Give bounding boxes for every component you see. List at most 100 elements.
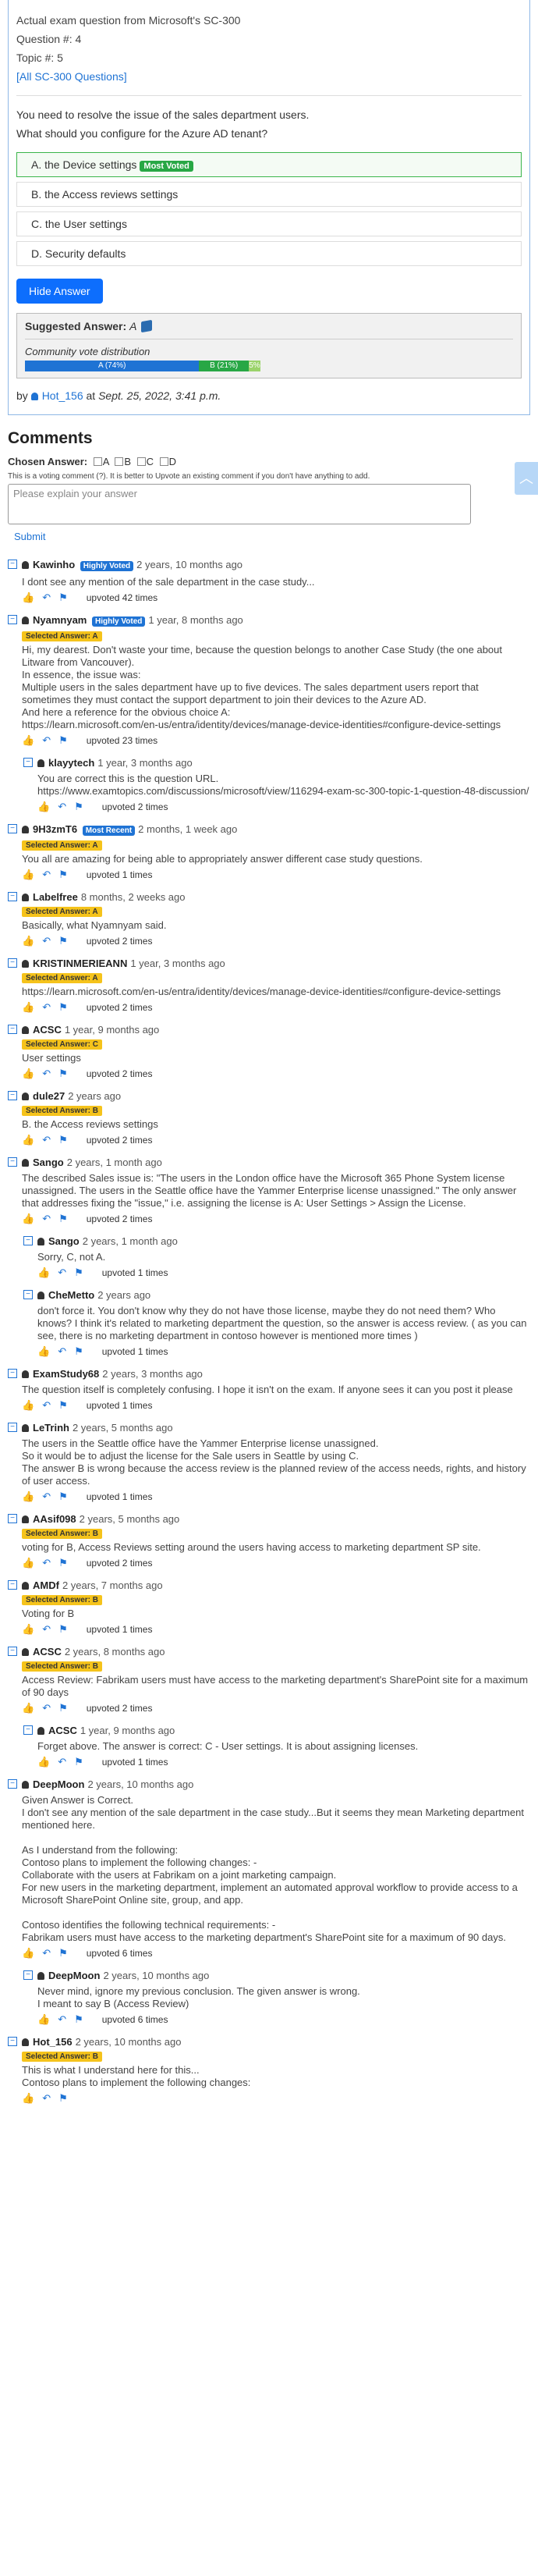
thumbs-up-icon[interactable]: 👍	[22, 1213, 34, 1225]
flag-icon[interactable]: ⚑	[58, 935, 68, 947]
collapse-icon[interactable]: −	[23, 1725, 33, 1735]
comment-textarea[interactable]: Please explain your answer	[8, 484, 471, 524]
reply-icon[interactable]: ↶	[42, 1623, 51, 1636]
reply-icon[interactable]: ↶	[58, 1345, 66, 1358]
collapse-icon[interactable]: −	[8, 824, 17, 833]
hide-answer-button[interactable]: Hide Answer	[16, 279, 103, 304]
reply-icon[interactable]: ↶	[42, 1702, 51, 1714]
thumbs-up-icon[interactable]: 👍	[22, 1001, 34, 1014]
collapse-icon[interactable]: −	[8, 1025, 17, 1034]
collapse-icon[interactable]: −	[23, 1236, 33, 1245]
collapse-icon[interactable]: −	[8, 560, 17, 569]
comment-user[interactable]: ACSC	[33, 1024, 62, 1036]
collapse-icon[interactable]: −	[8, 958, 17, 968]
reply-icon[interactable]: ↶	[42, 592, 51, 604]
reply-icon[interactable]: ↶	[42, 869, 51, 881]
flag-icon[interactable]: ⚑	[58, 1491, 68, 1503]
comment-user[interactable]: AAsif098	[33, 1513, 76, 1525]
comment-user[interactable]: DeepMoon	[48, 1970, 100, 1981]
flag-icon[interactable]: ⚑	[58, 592, 68, 604]
reply-icon[interactable]: ↶	[42, 1213, 51, 1225]
collapse-icon[interactable]: −	[8, 1423, 17, 1432]
thumbs-up-icon[interactable]: 👍	[22, 1702, 34, 1714]
flag-icon[interactable]: ⚑	[74, 1267, 83, 1279]
thumbs-up-icon[interactable]: 👍	[22, 1399, 34, 1412]
option-d-checkbox[interactable]	[159, 457, 168, 466]
collapse-icon[interactable]: −	[8, 1091, 17, 1100]
reply-icon[interactable]: ↶	[42, 1557, 51, 1569]
comment-user[interactable]: AMDf	[33, 1579, 59, 1591]
thumbs-up-icon[interactable]: 👍	[37, 1345, 50, 1358]
flag-icon[interactable]: ⚑	[58, 1702, 68, 1714]
thumbs-up-icon[interactable]: 👍	[22, 1557, 34, 1569]
collapse-icon[interactable]: −	[8, 2037, 17, 2046]
flag-icon[interactable]: ⚑	[74, 1756, 83, 1768]
comment-user[interactable]: ExamStudy68	[33, 1368, 99, 1380]
flag-icon[interactable]: ⚑	[58, 1947, 68, 1960]
reply-icon[interactable]: ↶	[42, 734, 51, 747]
reply-icon[interactable]: ↶	[58, 1756, 66, 1768]
author-link[interactable]: Hot_156	[30, 389, 83, 402]
collapse-icon[interactable]: −	[8, 1157, 17, 1167]
thumbs-up-icon[interactable]: 👍	[22, 2092, 34, 2105]
collapse-icon[interactable]: −	[8, 1369, 17, 1378]
option-b-checkbox[interactable]	[115, 457, 124, 466]
thumbs-up-icon[interactable]: 👍	[22, 1068, 34, 1080]
comment-user[interactable]: KRISTINMERIEANN	[33, 958, 127, 969]
collapse-icon[interactable]: −	[8, 1580, 17, 1590]
thumbs-up-icon[interactable]: 👍	[37, 2013, 50, 2026]
submit-link[interactable]: Submit	[14, 531, 538, 542]
comment-user[interactable]: ACSC	[33, 1646, 62, 1658]
comment-user[interactable]: Sango	[33, 1157, 64, 1168]
flag-icon[interactable]: ⚑	[58, 2092, 68, 2105]
thumbs-up-icon[interactable]: 👍	[22, 1491, 34, 1503]
option-a-checkbox[interactable]	[93, 457, 102, 466]
comment-user[interactable]: klayytech	[48, 757, 94, 769]
thumbs-up-icon[interactable]: 👍	[22, 592, 34, 604]
thumbs-up-icon[interactable]: 👍	[22, 935, 34, 947]
comment-user[interactable]: dule27	[33, 1090, 65, 1102]
flag-icon[interactable]: ⚑	[58, 734, 68, 747]
thumbs-up-icon[interactable]: 👍	[22, 734, 34, 747]
comment-user[interactable]: Sango	[48, 1235, 80, 1247]
comment-user[interactable]: LeTrinh	[33, 1422, 69, 1434]
flag-icon[interactable]: ⚑	[74, 801, 83, 813]
collapse-icon[interactable]: −	[8, 892, 17, 901]
choice-b[interactable]: B. the Access reviews settings	[16, 182, 522, 207]
comment-user[interactable]: Kawinho	[33, 559, 75, 570]
comment-user[interactable]: DeepMoon	[33, 1778, 84, 1790]
flag-icon[interactable]: ⚑	[58, 1134, 68, 1146]
reply-icon[interactable]: ↶	[42, 1134, 51, 1146]
reply-icon[interactable]: ↶	[42, 1068, 51, 1080]
comment-user[interactable]: Labelfree	[33, 891, 78, 903]
flag-icon[interactable]: ⚑	[74, 2013, 83, 2026]
flag-icon[interactable]: ⚑	[58, 1557, 68, 1569]
reply-icon[interactable]: ↶	[42, 1001, 51, 1014]
thumbs-up-icon[interactable]: 👍	[22, 869, 34, 881]
flag-icon[interactable]: ⚑	[58, 1623, 68, 1636]
thumbs-up-icon[interactable]: 👍	[22, 1134, 34, 1146]
thumbs-up-icon[interactable]: 👍	[22, 1947, 34, 1960]
reply-icon[interactable]: ↶	[42, 1491, 51, 1503]
reply-icon[interactable]: ↶	[58, 801, 66, 813]
flag-icon[interactable]: ⚑	[74, 1345, 83, 1358]
reply-icon[interactable]: ↶	[42, 2092, 51, 2105]
comment-user[interactable]: CheMetto	[48, 1289, 94, 1301]
choice-a[interactable]: A. the Device settings Most Voted	[16, 152, 522, 177]
flag-icon[interactable]: ⚑	[58, 1399, 68, 1412]
thumbs-up-icon[interactable]: 👍	[22, 1623, 34, 1636]
collapse-icon[interactable]: −	[23, 1290, 33, 1299]
comment-user[interactable]: Nyamnyam	[33, 614, 87, 626]
comment-user[interactable]: 9H3zmT6	[33, 823, 77, 835]
reply-icon[interactable]: ↶	[42, 935, 51, 947]
thumbs-up-icon[interactable]: 👍	[37, 1267, 50, 1279]
collapse-icon[interactable]: −	[8, 1647, 17, 1656]
flag-icon[interactable]: ⚑	[58, 1001, 68, 1014]
all-questions-link[interactable]: [All SC-300 Questions]	[16, 67, 522, 86]
choice-d[interactable]: D. Security defaults	[16, 241, 522, 266]
collapse-icon[interactable]: −	[8, 1779, 17, 1789]
comment-user[interactable]: Hot_156	[33, 2036, 73, 2048]
reply-icon[interactable]: ↶	[42, 1947, 51, 1960]
scroll-top-button[interactable]: ︿	[515, 462, 538, 495]
flag-icon[interactable]: ⚑	[58, 1213, 68, 1225]
